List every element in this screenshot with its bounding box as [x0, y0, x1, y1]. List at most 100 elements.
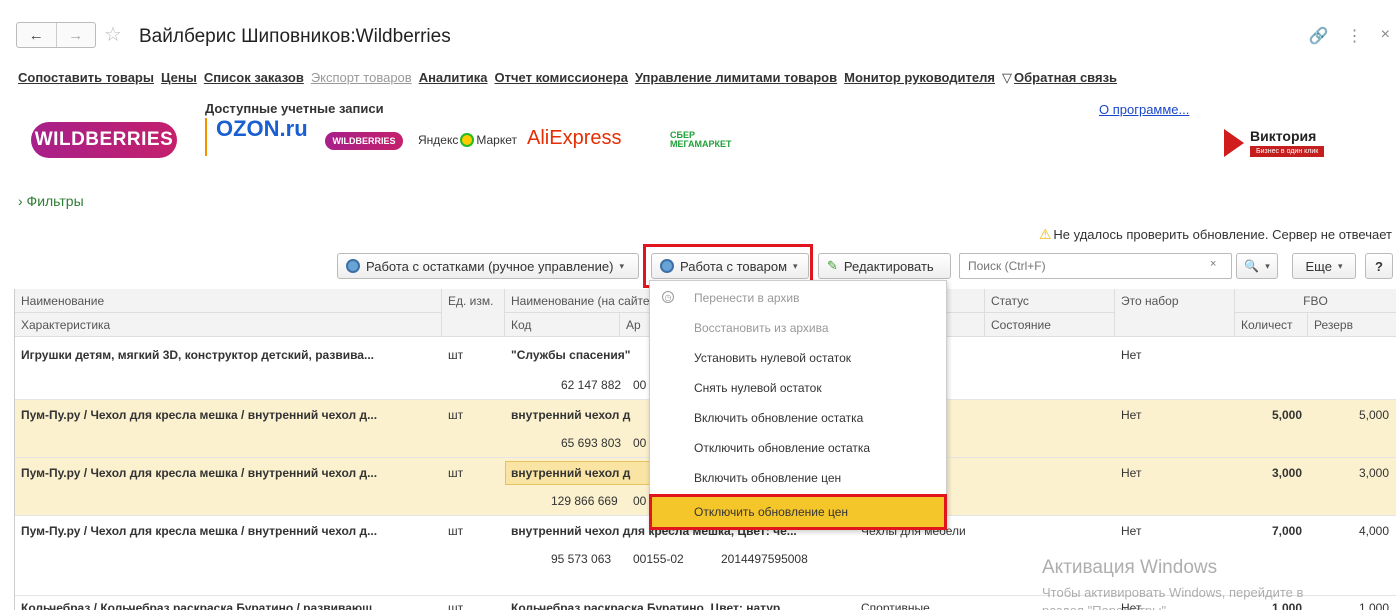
yandex-market-icon: [460, 133, 475, 147]
row-site-name: Кольчебраз раскраска Буратино, Цвет: нат…: [511, 601, 791, 610]
menu-item-restore[interactable]: Восстановить из архива: [650, 313, 946, 343]
watermark-line1: Чтобы активировать Windows, перейдите в: [1042, 585, 1304, 600]
row-is-set: Нет: [1121, 348, 1142, 362]
menu-item-enable-stock-update[interactable]: Включить обновление остатка: [650, 403, 946, 433]
row-reserve: 4,000: [1358, 524, 1389, 538]
forward-button[interactable]: →: [55, 23, 96, 47]
col-reserve[interactable]: Резерв: [1308, 313, 1396, 337]
menu-limits[interactable]: Управление лимитами товаров: [635, 70, 837, 86]
col-site-name[interactable]: Наименование (на сайте): [505, 289, 650, 313]
menu-analytics[interactable]: Аналитика: [419, 70, 488, 86]
row-code: 95 573 063: [551, 552, 612, 566]
close-icon[interactable]: ×: [1381, 26, 1390, 46]
col-name[interactable]: Наименование: [15, 289, 442, 313]
row-code: 65 693 803: [561, 436, 622, 450]
chevron-down-icon: ▾: [1265, 260, 1270, 271]
wildberries-account[interactable]: WILDBERRIES: [325, 132, 403, 150]
col-state[interactable]: Состояние: [985, 313, 1115, 337]
watermark-line2: раздел "Параметры".: [1042, 602, 1303, 610]
row-site-name: внутренний чехол д: [511, 408, 631, 422]
victoria-logo: Виктория Бизнес в один клик: [1224, 128, 1325, 157]
row-qty: 5,000: [1271, 408, 1302, 422]
stock-management-label: Работа с остатками (ручное управление): [366, 258, 614, 274]
row-is-set: Нет: [1121, 408, 1142, 422]
menu-item-archive[interactable]: ◷ Перенести в архив: [650, 283, 946, 313]
menu-item-set-zero-stock[interactable]: Установить нулевой остаток: [650, 343, 946, 373]
row-qty: 7,000: [1271, 524, 1302, 538]
accounts-label: Доступные учетные записи: [205, 101, 384, 116]
row-reserve: 5,000: [1358, 408, 1389, 422]
pencil-icon: ✎: [827, 258, 838, 273]
window-controls: 🔗 ⋮ ×: [1309, 26, 1390, 46]
row-category: Спортивные: [861, 601, 930, 610]
row-article: 00155-02: [633, 552, 684, 566]
col-code[interactable]: Код: [505, 313, 620, 337]
menu-item-remove-zero-stock[interactable]: Снять нулевой остаток: [650, 373, 946, 403]
victoria-logo-icon: [1224, 128, 1244, 157]
search-icon: 🔍: [1244, 259, 1260, 273]
col-characteristic[interactable]: Характеристика: [15, 313, 442, 337]
goods-actions-menu: ◷ Перенести в архив Восстановить из архи…: [649, 280, 947, 530]
edit-label: Редактировать: [843, 258, 934, 274]
ozon-account[interactable]: OZON.ru: [216, 116, 308, 142]
star-icon[interactable]: ☆: [104, 22, 122, 47]
help-button[interactable]: ?: [1365, 253, 1393, 279]
col-status[interactable]: Статус: [985, 289, 1115, 313]
row-name: Пум-Пу.ру / Чехол для кресла мешка / вну…: [21, 524, 378, 538]
windows-activation-watermark: Активация Windows Чтобы активировать Win…: [1042, 557, 1303, 610]
victoria-tagline: Бизнес в один клик: [1250, 146, 1325, 157]
menu-item-enable-price-update[interactable]: Включить обновление цен: [650, 463, 946, 493]
stock-management-button[interactable]: Работа с остатками (ручное управление) ▾: [337, 253, 639, 279]
col-is-set[interactable]: Это набор: [1115, 289, 1235, 337]
col-unit[interactable]: Ед. изм.: [442, 289, 505, 337]
edit-button[interactable]: ✎ Редактировать: [818, 253, 951, 279]
menu-feedback[interactable]: Обратная связь: [1002, 70, 1117, 86]
row-reserve: 3,000: [1358, 466, 1389, 480]
menu-monitor[interactable]: Монитор руководителя: [844, 70, 995, 86]
about-link[interactable]: О программе...: [1099, 102, 1189, 117]
filters-toggle[interactable]: › Фильтры: [18, 193, 84, 209]
row-unit: шт: [448, 524, 464, 538]
row-name: Игрушки детям, мягкий 3D, конструктор де…: [21, 348, 374, 362]
menu-orders[interactable]: Список заказов: [204, 70, 304, 86]
row-unit: шт: [448, 408, 464, 422]
more-button[interactable]: Еще ▾: [1292, 253, 1356, 279]
row-unit: шт: [448, 466, 464, 480]
row-name: Кольчебраз / Кольчебраз раскраска Бурати…: [21, 601, 383, 610]
wildberries-logo: WILDBERRIES: [31, 122, 177, 158]
chevron-down-icon: ▾: [1337, 260, 1343, 271]
yandex-market-label: Маркет: [476, 133, 517, 147]
menu-prices[interactable]: Цены: [161, 70, 197, 86]
yandex-market-account[interactable]: Яндекс Маркет: [418, 133, 517, 147]
row-barcode: 2014497595008: [721, 552, 808, 566]
row-is-set: Нет: [1121, 466, 1142, 480]
menu-match-goods[interactable]: Сопоставить товары: [18, 70, 154, 86]
sbermegamarket-account[interactable]: СБЕР МЕГАМАРКЕТ: [670, 131, 732, 149]
col-qty[interactable]: Количест: [1235, 313, 1308, 337]
more-label: Еще: [1305, 258, 1332, 274]
search-input[interactable]: [959, 253, 1232, 279]
find-button[interactable]: 🔍 ▾: [1236, 253, 1278, 279]
row-unit: шт: [448, 348, 464, 362]
highlight-frame: [649, 494, 947, 530]
row-code: 129 866 669: [551, 494, 618, 508]
row-is-set: Нет: [1121, 524, 1142, 538]
clear-icon[interactable]: ×: [1210, 258, 1216, 270]
back-button[interactable]: ←: [17, 23, 56, 47]
col-fbo[interactable]: FBO: [1235, 289, 1396, 313]
row-name: Пум-Пу.ру / Чехол для кресла мешка / вну…: [21, 408, 378, 422]
row-site-name: внутренний чехол д: [511, 466, 631, 480]
divider: [205, 118, 207, 156]
menu-export: Экспорт товаров: [310, 70, 412, 85]
row-site-name: "Службы спасения": [511, 348, 631, 362]
menu-item-disable-stock-update[interactable]: Отключить обновление остатка: [650, 433, 946, 463]
menu-commission-report[interactable]: Отчет комиссионера: [495, 70, 628, 86]
yandex-label: Яндекс: [418, 133, 459, 147]
col-article[interactable]: Ар: [620, 313, 650, 337]
link-icon[interactable]: 🔗: [1309, 26, 1329, 46]
more-icon[interactable]: ⋮: [1347, 26, 1363, 46]
row-reserve: 1,000: [1358, 601, 1389, 610]
window-title: Вайлберис Шиповников:Wildberries: [139, 26, 451, 47]
aliexpress-account[interactable]: AliExpress: [527, 127, 621, 150]
megamarket-label: МЕГАМАРКЕТ: [670, 139, 732, 149]
